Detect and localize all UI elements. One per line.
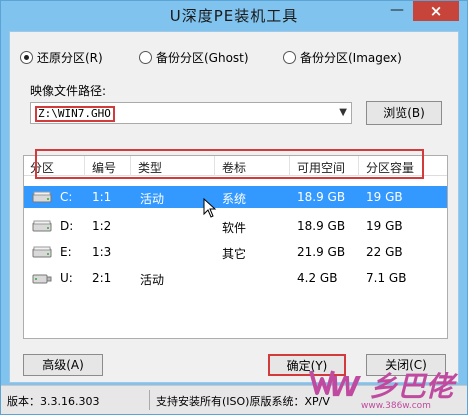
title-bar[interactable]: U深度PE装机工具 — × xyxy=(1,1,467,27)
minimize-button[interactable]: — xyxy=(384,1,410,21)
pe-installer-window: U深度PE装机工具 — × 还原分区(R) 备份分区(Ghost) 备份分区(I… xyxy=(0,0,468,415)
partition-table: 分区 编号 类型 卷标 可用空间 分区容量 C: 1:1 活动 系统 18.9 … xyxy=(23,155,448,339)
mouse-cursor-icon xyxy=(203,198,217,218)
status-divider xyxy=(149,390,150,410)
partition-capacity: 22 GB xyxy=(366,245,403,259)
partition-volume-label: 软件 xyxy=(222,221,247,235)
usb-drive-icon xyxy=(32,274,52,284)
watermark-url: www.386w.com xyxy=(361,401,431,411)
partition-type: 活动 xyxy=(140,192,165,206)
watermark-text: W 乡巴佬 xyxy=(329,370,454,403)
image-path-label: 映像文件路径: xyxy=(30,84,107,98)
table-row[interactable]: D: 1:2 软件 18.9 GB 19 GB xyxy=(24,215,447,237)
browse-button[interactable]: 浏览(B) xyxy=(366,101,442,125)
partition-free-space: 4.2 GB xyxy=(297,271,338,285)
close-window-button[interactable]: × xyxy=(413,1,459,21)
partition-number: 1:2 xyxy=(92,219,112,233)
hard-disk-icon xyxy=(32,220,52,232)
mode-restore-partition[interactable]: 还原分区(R) xyxy=(20,48,103,66)
partition-volume-label: 其它 xyxy=(222,247,247,261)
mode-backup-imagex-label: 备份分区(Imagex) xyxy=(300,50,402,65)
radio-restore[interactable] xyxy=(20,50,33,64)
partition-drive: U: xyxy=(60,271,73,285)
hard-disk-icon xyxy=(32,246,52,258)
partition-drive: E: xyxy=(60,245,72,259)
version-text: 版本：3.3.16.303 xyxy=(7,395,100,408)
chevron-down-icon[interactable]: ▼ xyxy=(339,107,347,118)
table-row[interactable]: E: 1:3 其它 21.9 GB 22 GB xyxy=(24,241,447,263)
radio-backup-imagex[interactable] xyxy=(283,50,296,64)
selection-highlight-box xyxy=(35,149,424,179)
hard-disk-icon xyxy=(32,191,52,203)
image-path-value[interactable]: Z:\WIN7.GHO xyxy=(35,106,115,122)
partition-free-space: 18.9 GB xyxy=(297,190,346,204)
watermark: W 乡巴佬 www.386w.com xyxy=(301,359,468,415)
partition-number: 1:1 xyxy=(92,190,112,204)
partition-capacity: 19 GB xyxy=(366,190,403,204)
partition-capacity: 7.1 GB xyxy=(366,271,407,285)
partition-type: 活动 xyxy=(140,273,165,287)
advanced-button[interactable]: 高级(A) xyxy=(23,354,103,376)
table-row[interactable]: C: 1:1 活动 系统 18.9 GB 19 GB xyxy=(24,186,447,208)
mode-backup-imagex[interactable]: 备份分区(Imagex) xyxy=(283,48,402,66)
table-row[interactable]: U: 2:1 活动 4.2 GB 7.1 GB xyxy=(24,267,447,289)
partition-drive: C: xyxy=(60,190,73,204)
partition-volume-label: 系统 xyxy=(222,192,247,206)
partition-free-space: 18.9 GB xyxy=(297,219,346,233)
mode-backup-ghost-label: 备份分区(Ghost) xyxy=(156,50,249,65)
partition-free-space: 21.9 GB xyxy=(297,245,346,259)
mode-restore-label: 还原分区(R) xyxy=(37,50,103,65)
mode-backup-ghost[interactable]: 备份分区(Ghost) xyxy=(139,48,249,66)
radio-backup-ghost[interactable] xyxy=(139,50,152,64)
partition-drive: D: xyxy=(60,219,74,233)
partition-number: 1:3 xyxy=(92,245,112,259)
partition-number: 2:1 xyxy=(92,271,112,285)
main-panel: 还原分区(R) 备份分区(Ghost) 备份分区(Imagex) 映像文件路径:… xyxy=(9,31,459,383)
image-path-combobox[interactable]: Z:\WIN7.GHO ▼ xyxy=(30,102,352,124)
partition-capacity: 19 GB xyxy=(366,219,403,233)
